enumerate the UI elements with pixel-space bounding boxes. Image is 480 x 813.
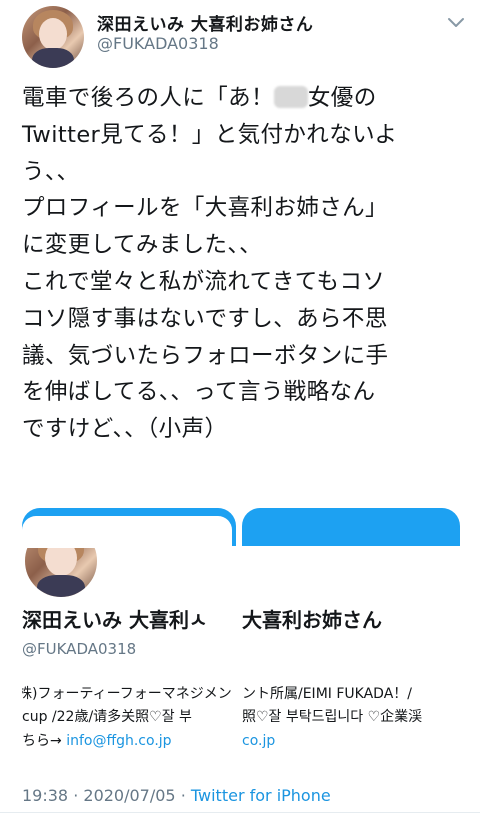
tweet-text: 電車で後ろの人に「あ！ 女優の Twitter見てる！」と気付かれないよ う、、 … xyxy=(22,85,398,443)
tweet-time: 19:38 xyxy=(22,786,69,805)
profile-bio-link[interactable]: info@ffgh.co.jp xyxy=(66,733,171,748)
profile-screenshot[interactable]: 深田えいみ 大喜利ㅅ @FUKADA0318 株)フォーティーフォーマネジメント… xyxy=(22,508,460,748)
profile-bio-line: cup /22歳/请多关照♡잘 부 xyxy=(22,709,192,725)
author-avatar[interactable] xyxy=(22,6,84,68)
author-handle[interactable]: @FUKADA0318 xyxy=(97,34,219,53)
tweet-meta: 19:38 · 2020/07/05 · Twitter for iPhone xyxy=(22,786,331,805)
tweet-header: 深田えいみ 大喜利お姉さん @FUKADA0318 xyxy=(0,0,480,70)
profile-name: 大喜利お姉さん xyxy=(242,608,382,632)
profile-bio-line: co.jp xyxy=(242,730,275,748)
profile-bio-link[interactable]: co.jp xyxy=(242,733,275,748)
profile-handle: @FUKADA0318 xyxy=(22,640,137,658)
redacted-text xyxy=(273,86,308,108)
profile-banner xyxy=(242,508,460,546)
author-name[interactable]: 深田えいみ 大喜利お姉さん xyxy=(97,10,313,35)
tweet-source[interactable]: Twitter for iPhone xyxy=(191,786,331,805)
tweet-date: 2020/07/05 xyxy=(83,786,176,805)
profile-bio-line: ちら→ info@ffgh.co.jp xyxy=(22,733,172,748)
profile-bio-line: 照♡잘 부탁드립니다 ♡企業渓 xyxy=(242,709,423,725)
card-overlay xyxy=(22,516,232,548)
profile-bio-line: 株)フォーティーフォーマネジメント所属/E xyxy=(22,686,236,702)
profile-bio-line: ント所属/EIMI FUKADA！/ xyxy=(242,686,412,702)
chevron-down-icon[interactable] xyxy=(445,11,467,33)
profile-card-right: 大喜利お姉さん ント所属/EIMI FUKADA！/ 照♡잘 부탁드립니다 ♡企… xyxy=(242,508,460,748)
profile-name: 深田えいみ 大喜利ㅅ xyxy=(22,608,208,632)
